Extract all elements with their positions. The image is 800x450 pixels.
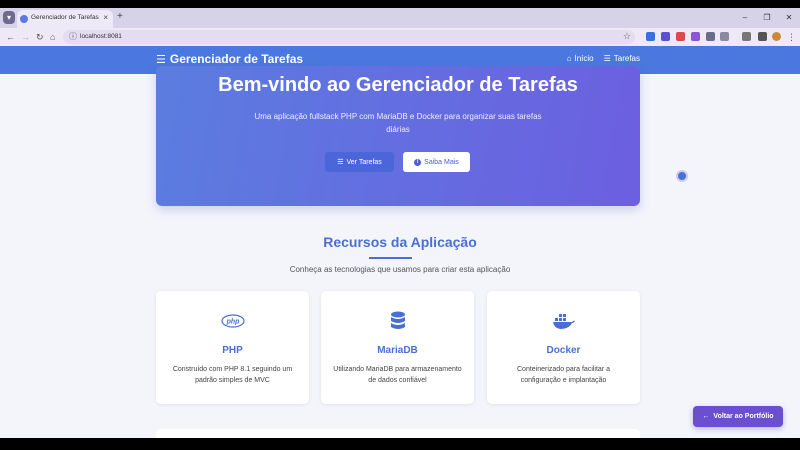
card-title: MariaDB (377, 345, 418, 356)
nav-item-inicio[interactable]: ⌂ Início (567, 54, 594, 63)
tasks-icon: ☰ (337, 159, 344, 166)
tasks-icon: ☰ (156, 53, 166, 66)
info-icon: i (414, 158, 422, 166)
button-label: Saiba Mais (424, 158, 459, 166)
extension-icon[interactable] (691, 32, 700, 41)
svg-text:php: php (225, 319, 240, 326)
nav-item-tarefas[interactable]: ☰ Tarefas (604, 54, 640, 63)
bookmark-star-icon[interactable]: ☆ (623, 31, 631, 42)
nav-item-label: Início (574, 54, 594, 63)
arrow-left-icon: ← (702, 413, 710, 420)
cursor-indicator (676, 170, 688, 182)
docker-icon (487, 311, 640, 331)
php-icon: php (156, 311, 309, 331)
hero-title: Bem-vindo ao Gerenciador de Tarefas (218, 74, 578, 96)
tab-close-icon[interactable]: × (103, 13, 108, 22)
feature-card-docker: Docker Conteinerizado para facilitar a c… (487, 291, 640, 404)
view-tasks-button[interactable]: ☰ Ver Tarefas (325, 152, 394, 172)
extension-icon[interactable] (661, 32, 670, 41)
reload-icon[interactable]: ↻ (36, 31, 44, 43)
nav-item-label: Tarefas (613, 54, 640, 63)
features-title: Recursos da Aplicação (323, 234, 477, 250)
hero-section: Bem-vindo ao Gerenciador de Tarefas Uma … (156, 66, 640, 206)
reading-list-icon[interactable] (742, 32, 751, 41)
tab-favicon-icon (20, 15, 28, 23)
next-section-card (156, 429, 640, 438)
feature-card-php: php PHP Construído com PHP 8.1 seguindo … (156, 291, 309, 404)
address-bar[interactable]: ⓘ localhost:8081 ☆ (63, 30, 635, 44)
card-description: Utilizando MariaDB para armazenamento de… (333, 366, 462, 384)
minimize-button[interactable]: – (734, 8, 756, 28)
tab-list-button[interactable]: ▾ (3, 11, 15, 24)
download-icon[interactable] (758, 32, 767, 41)
features-subtitle: Conheça as tecnologias que usamos para c… (289, 265, 511, 274)
new-tab-button[interactable]: + (117, 11, 123, 23)
title-underline (369, 257, 412, 259)
card-description: Conteinerizado para facilitar a configur… (517, 366, 610, 384)
window-controls: – ❐ ✕ (734, 8, 800, 28)
card-title: PHP (222, 345, 243, 356)
browser-toolbar: ← → ↻ ⌂ ⓘ localhost:8081 ☆ ⋮ (0, 28, 800, 46)
url-text: localhost:8081 (80, 33, 122, 40)
browser-tabstrip: ▾ Gerenciador de Tarefas × + – ❐ ✕ (0, 8, 800, 28)
brand-name: Gerenciador de Tarefas (169, 52, 304, 66)
extension-icon[interactable] (646, 32, 655, 41)
back-to-portfolio-button[interactable]: ← Voltar ao Portfólio (693, 406, 783, 427)
close-window-button[interactable]: ✕ (778, 8, 800, 28)
browser-tab[interactable]: Gerenciador de Tarefas × (17, 10, 113, 28)
button-label: Ver Tarefas (346, 158, 382, 166)
home-icon: ⌂ (566, 54, 572, 63)
hero-subtitle: Uma aplicação fullstack PHP com MariaDB … (254, 112, 542, 134)
forward-arrow-icon[interactable]: → (21, 31, 30, 43)
page: ☰ Gerenciador de Tarefas ⌂ Início ☰ Tare… (0, 46, 800, 438)
learn-more-button[interactable]: i Saiba Mais (403, 152, 470, 172)
extension-icon[interactable] (676, 32, 685, 41)
card-description: Construído com PHP 8.1 seguindo um padrã… (172, 366, 293, 384)
back-arrow-icon[interactable]: ← (6, 31, 15, 43)
card-title: Docker (546, 345, 581, 356)
extension-icon[interactable] (706, 32, 715, 41)
restore-button[interactable]: ❐ (756, 8, 778, 28)
avatar[interactable] (772, 32, 781, 41)
tab-title: Gerenciador de Tarefas (31, 14, 99, 21)
brand-link[interactable]: ☰ Gerenciador de Tarefas (156, 52, 303, 66)
home-browser-icon[interactable]: ⌂ (50, 31, 55, 43)
extensions-puzzle-icon[interactable] (720, 32, 729, 41)
feature-card-mariadb: MariaDB Utilizando MariaDB para armazena… (321, 291, 474, 404)
database-icon (321, 311, 474, 331)
main-nav: ⌂ Início ☰ Tarefas (567, 54, 640, 63)
site-info-icon[interactable]: ⓘ (69, 31, 77, 42)
browser-menu-icon[interactable]: ⋮ (787, 31, 796, 43)
button-label: Voltar ao Portfólio (713, 413, 774, 420)
tasks-icon: ☰ (603, 54, 611, 63)
